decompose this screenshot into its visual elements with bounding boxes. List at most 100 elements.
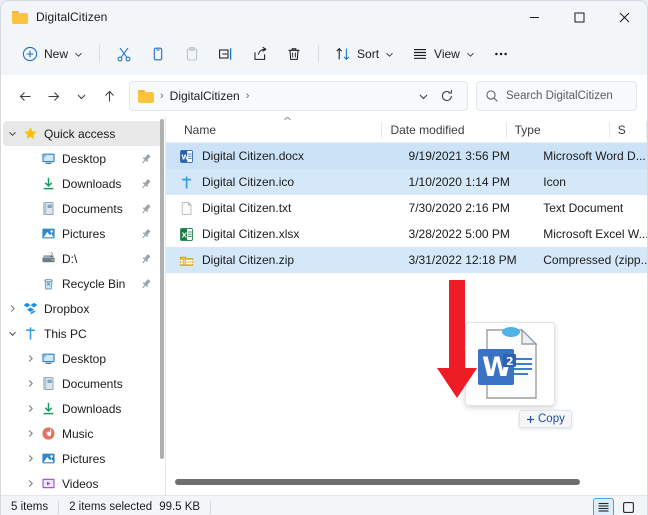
pin-icon[interactable] xyxy=(140,228,152,240)
column-type[interactable]: Type xyxy=(507,117,610,143)
chevron-down-icon[interactable] xyxy=(8,329,17,338)
view-button[interactable]: View xyxy=(403,39,484,69)
details-view-button[interactable] xyxy=(593,497,614,515)
expander[interactable] xyxy=(3,329,21,338)
large-icons-view-button[interactable] xyxy=(618,498,639,515)
chevron-right-icon[interactable] xyxy=(26,379,35,388)
text-file-icon xyxy=(181,201,193,215)
expander[interactable] xyxy=(21,479,39,488)
expander[interactable] xyxy=(3,129,21,138)
table-row[interactable]: X Digital Citizen.xlsx 3/28/2022 5:00 PM Mi… xyxy=(166,221,647,247)
maximize-button[interactable] xyxy=(557,1,602,33)
expander[interactable] xyxy=(21,454,39,463)
more-options-button[interactable] xyxy=(484,39,518,69)
paste-button[interactable] xyxy=(175,39,209,69)
breadcrumb[interactable]: › DigitalCitizen › xyxy=(129,81,468,111)
share-button[interactable] xyxy=(243,39,277,69)
window-title: DigitalCitizen xyxy=(36,10,108,24)
file-name-cell[interactable]: Digital Citizen.ico xyxy=(166,175,401,190)
horizontal-scrollbar[interactable] xyxy=(166,477,647,487)
up-button[interactable] xyxy=(95,82,123,110)
chevron-right-icon[interactable] xyxy=(26,429,35,438)
svg-text:2: 2 xyxy=(50,252,53,258)
title-bar: DigitalCitizen xyxy=(1,1,647,33)
rename-button[interactable] xyxy=(209,39,243,69)
pin-icon[interactable] xyxy=(140,153,152,165)
file-name-cell[interactable]: Digital Citizen.txt xyxy=(166,201,401,216)
copy-icon xyxy=(153,47,163,61)
pin-icon[interactable] xyxy=(140,203,152,215)
sidebar-item-downloads[interactable]: Downloads xyxy=(3,171,162,196)
explorer-body: Quick access Desktop Downloads Documents Pic… xyxy=(1,117,647,495)
close-button[interactable] xyxy=(602,1,647,33)
table-row[interactable]: Digital Citizen.ico 1/10/2020 1:14 PM Icon xyxy=(166,169,647,195)
expander[interactable] xyxy=(21,379,39,388)
file-name-label: Digital Citizen.ico xyxy=(202,175,295,189)
chevron-right-icon[interactable] xyxy=(8,304,17,313)
breadcrumb-item-digitalcitizen[interactable]: DigitalCitizen xyxy=(170,89,240,103)
column-name[interactable]: Name xyxy=(166,117,383,143)
table-row[interactable]: Digital Citizen.txt 7/30/2020 2:16 PM Text… xyxy=(166,195,647,221)
sidebar-item-pc-videos[interactable]: Videos xyxy=(3,471,162,495)
sidebar-item-d-drive[interactable]: 2 D:\ xyxy=(3,246,162,271)
expander[interactable] xyxy=(21,429,39,438)
column-size[interactable]: S xyxy=(610,117,647,143)
sidebar-item-this-pc[interactable]: This PC xyxy=(3,321,162,346)
sidebar-item-pc-music[interactable]: Music xyxy=(3,421,162,446)
table-row[interactable]: Digital Citizen.zip 3/31/2022 12:18 PM Com… xyxy=(166,247,647,273)
new-button[interactable]: New xyxy=(13,39,92,69)
chevron-right-icon[interactable] xyxy=(26,454,35,463)
sidebar-item-pc-documents[interactable]: Documents xyxy=(3,371,162,396)
sidebar-item-dropbox[interactable]: Dropbox xyxy=(3,296,162,321)
sidebar-item-recycle-bin[interactable]: Recycle Bin xyxy=(3,271,162,296)
horizontal-scrollbar-thumb[interactable] xyxy=(175,479,580,485)
documents-icon xyxy=(42,201,53,216)
view-toggle-group xyxy=(593,497,639,515)
back-button[interactable] xyxy=(11,82,39,110)
copy-button[interactable] xyxy=(141,39,175,69)
forward-button[interactable] xyxy=(39,82,67,110)
file-name-cell[interactable]: X Digital Citizen.xlsx xyxy=(166,227,401,242)
downloads-icon xyxy=(43,177,53,190)
sidebar-item-pc-pictures[interactable]: Pictures xyxy=(3,446,162,471)
file-name-cell[interactable]: W Digital Citizen.docx xyxy=(166,149,401,164)
sidebar-item-pc-desktop[interactable]: Desktop xyxy=(3,346,162,371)
cut-button[interactable] xyxy=(107,39,141,69)
chevron-right-icon[interactable] xyxy=(26,479,35,488)
chevron-down-icon[interactable] xyxy=(8,129,17,138)
sidebar-item-desktop[interactable]: Desktop xyxy=(3,146,162,171)
expander[interactable] xyxy=(21,404,39,413)
sidebar-item-pc-downloads[interactable]: Downloads xyxy=(3,396,162,421)
navigation-pane[interactable]: Quick access Desktop Downloads Documents Pic… xyxy=(1,117,166,495)
recycle-bin-icon xyxy=(44,278,52,290)
pin-icon[interactable] xyxy=(140,253,152,265)
desktop-icon-wrap xyxy=(39,151,57,166)
sort-button[interactable]: Sort xyxy=(326,39,403,69)
sidebar-item-documents[interactable]: Documents xyxy=(3,196,162,221)
drive-icon-wrap: 2 xyxy=(39,251,57,266)
chevron-right-icon[interactable] xyxy=(26,354,35,363)
pin-icon[interactable] xyxy=(140,178,152,190)
sidebar-item-pc-downloads-label: Downloads xyxy=(62,401,122,416)
minimize-button[interactable] xyxy=(512,1,557,33)
sidebar-item-pictures[interactable]: Pictures xyxy=(3,221,162,246)
expander[interactable] xyxy=(21,354,39,363)
chevron-right-icon[interactable] xyxy=(26,404,35,413)
expander[interactable] xyxy=(3,304,21,313)
large-icons-view-icon xyxy=(623,501,634,513)
delete-button[interactable] xyxy=(277,39,311,69)
sidebar-item-quick-access[interactable]: Quick access xyxy=(3,121,162,146)
recent-locations-button[interactable] xyxy=(67,82,95,110)
file-name-cell[interactable]: Digital Citizen.zip xyxy=(166,253,401,268)
recycle-bin-icon-wrap xyxy=(39,276,57,291)
column-date-modified[interactable]: Date modified xyxy=(382,117,507,143)
breadcrumb-separator[interactable]: › xyxy=(246,90,250,102)
refresh-button[interactable] xyxy=(433,82,461,110)
pin-icon[interactable] xyxy=(140,278,152,290)
sidebar-scrollbar[interactable] xyxy=(160,119,164,459)
dropbox-icon-wrap xyxy=(21,301,39,316)
downloads-icon-wrap xyxy=(39,401,57,416)
search-input[interactable]: Search DigitalCitizen xyxy=(476,81,637,111)
table-row[interactable]: W Digital Citizen.docx 9/19/2021 3:56 PM Mi… xyxy=(166,143,647,169)
file-list-pane[interactable]: Name Date modified Type S W Digital Citiz… xyxy=(166,117,647,495)
